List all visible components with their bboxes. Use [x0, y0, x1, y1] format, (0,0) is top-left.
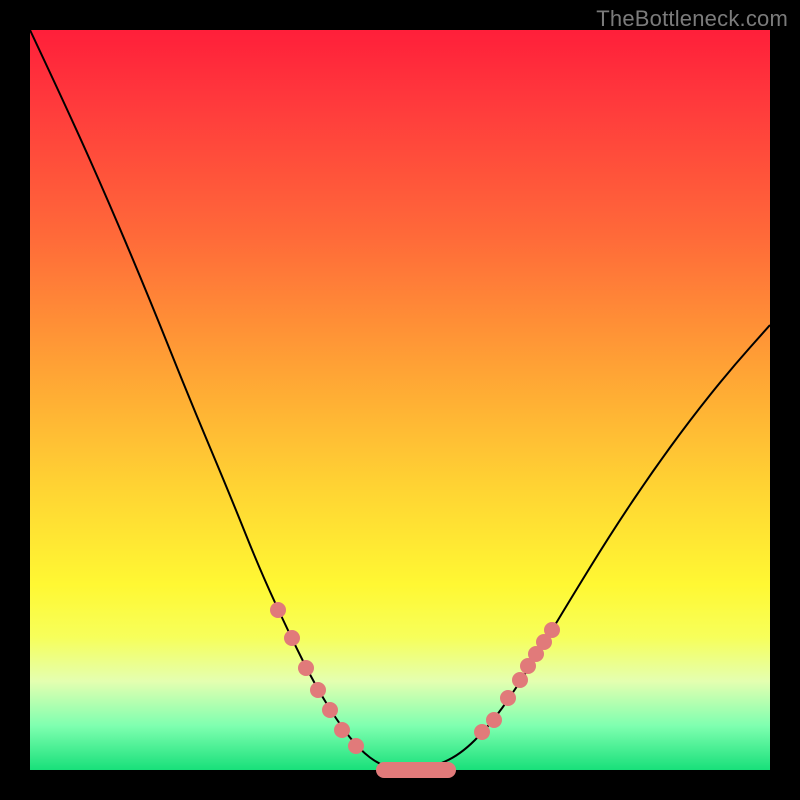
watermark-text: TheBottleneck.com	[596, 6, 788, 32]
curve-marker	[310, 682, 326, 698]
bottleneck-curve	[30, 30, 770, 769]
curve-marker	[298, 660, 314, 676]
curve-marker	[322, 702, 338, 718]
curve-marker	[500, 690, 516, 706]
curve-marker	[270, 602, 286, 618]
curve-marker	[348, 738, 364, 754]
curve-marker	[474, 724, 490, 740]
plot-overlay	[30, 30, 770, 770]
left-curve-markers	[270, 602, 364, 754]
right-curve-markers	[474, 622, 560, 740]
curve-marker	[512, 672, 528, 688]
valley-pill-marker	[376, 762, 456, 778]
curve-marker	[284, 630, 300, 646]
chart-frame: TheBottleneck.com	[0, 0, 800, 800]
curve-marker	[544, 622, 560, 638]
curve-marker	[486, 712, 502, 728]
curve-marker	[334, 722, 350, 738]
